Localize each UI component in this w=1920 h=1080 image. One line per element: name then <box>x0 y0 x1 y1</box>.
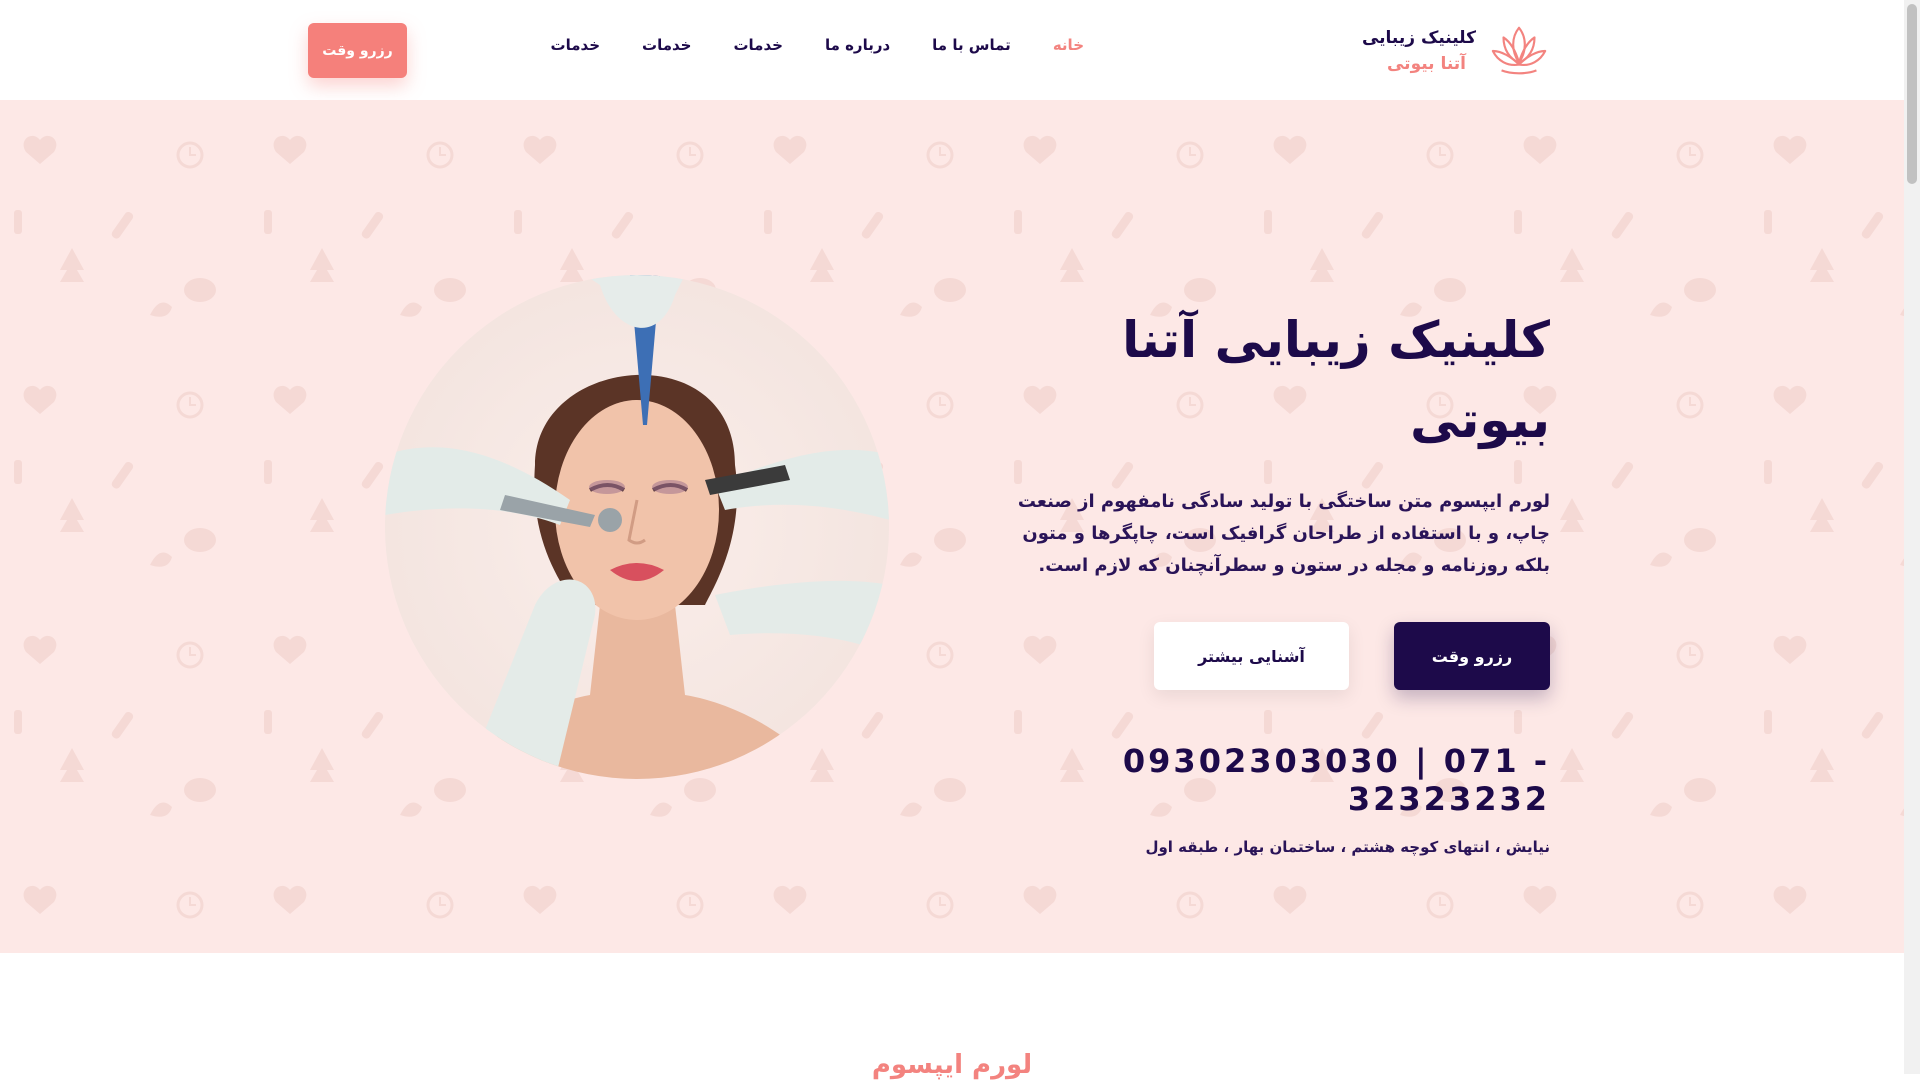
scrollbar-thumb[interactable] <box>1907 4 1917 184</box>
hero-description: لورم ایپسوم متن ساختگی با تولید سادگی نا… <box>1017 491 1550 576</box>
section-title: لورم ایپسوم <box>871 1050 1033 1080</box>
logo-text: کلینیک زیبایی آتنا بیوتی <box>1362 25 1476 77</box>
nav-item-services-3[interactable]: خدمات <box>551 36 600 54</box>
address: نیایش ، انتهای کوچه هشتم ، ساختمان بهار … <box>1145 838 1550 856</box>
learn-more-button[interactable]: آشنایی بیشتر <box>1154 622 1349 690</box>
hero-buttons: رزرو وقت آشنایی بیشتر <box>990 622 1550 690</box>
site-header: کلینیک زیبایی آتنا بیوتی خانه تماس با ما… <box>0 0 1904 100</box>
scrollbar[interactable] <box>1904 0 1920 1074</box>
nav-item-about[interactable]: درباره ما <box>825 36 890 54</box>
nav-item-services-1[interactable]: خدمات <box>733 36 782 54</box>
hero-image <box>385 275 889 779</box>
header-booking-button[interactable]: رزرو وقت <box>308 23 407 78</box>
logo[interactable]: کلینیک زیبایی آتنا بیوتی <box>1362 20 1550 82</box>
nav-item-contact[interactable]: تماس با ما <box>932 36 1011 54</box>
background-pattern <box>0 100 1904 953</box>
main-nav: خانه تماس با ما درباره ما خدمات خدمات خد… <box>551 36 1084 54</box>
nav-item-services-2[interactable]: خدمات <box>642 36 691 54</box>
hero-title: کلینیک زیبایی آتنا بیوتی <box>1122 311 1550 449</box>
hero-section: کلینیک زیبایی آتنا بیوتی لورم ایپسوم متن… <box>0 100 1904 953</box>
hero-content: کلینیک زیبایی آتنا بیوتی لورم ایپسوم متن… <box>990 300 1550 856</box>
logo-title: کلینیک زیبایی <box>1361 28 1476 48</box>
nav-item-home[interactable]: خانه <box>1053 36 1084 54</box>
logo-subtitle: آتنا بیوتی <box>1386 54 1466 74</box>
phone-numbers: 09302303030 | 071 - 32323232 <box>1122 742 1550 818</box>
lotus-icon <box>1491 26 1547 75</box>
booking-button[interactable]: رزرو وقت <box>1394 622 1550 690</box>
